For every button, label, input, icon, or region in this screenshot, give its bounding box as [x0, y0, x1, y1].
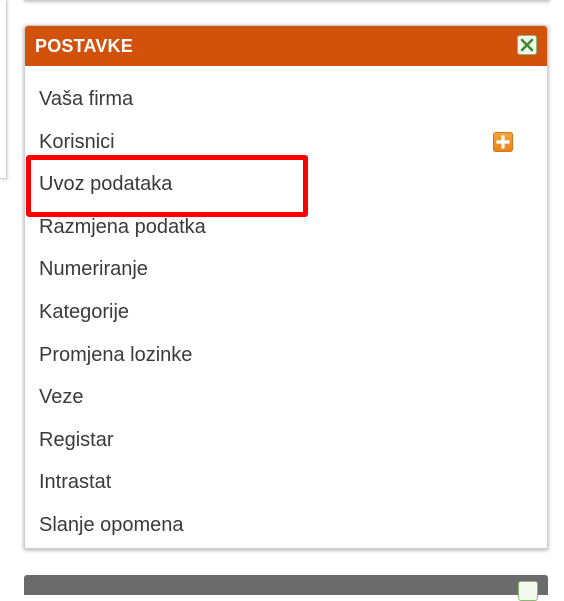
menu-item-korisnici[interactable]: Korisnici: [25, 121, 547, 164]
menu-item-vasa-firma[interactable]: Vaša firma: [25, 78, 547, 121]
previous-panel-edge: [24, 0, 550, 1]
menu-item-label: Slanje opomena: [39, 513, 184, 536]
close-panel-button[interactable]: [517, 35, 537, 55]
next-panel-close-button[interactable]: [518, 581, 538, 601]
panel-header: POSTAVKE: [25, 26, 547, 66]
menu-item-registar[interactable]: Registar: [25, 419, 547, 462]
menu-item-razmjena-podatka[interactable]: Razmjena podatka: [25, 206, 547, 249]
add-user-button[interactable]: [493, 131, 513, 152]
settings-panel: POSTAVKE Vaša firma Korisnici Uvoz podat…: [24, 25, 548, 549]
menu-item-kategorije[interactable]: Kategorije: [25, 291, 547, 334]
menu-item-numeriranje[interactable]: Numeriranje: [25, 248, 547, 291]
menu-item-label: Korisnici: [39, 130, 115, 153]
menu-item-label: Promjena lozinke: [39, 343, 193, 366]
menu-item-label: Uvoz podataka: [39, 173, 173, 196]
close-x-icon: [520, 38, 534, 52]
plus-icon: [496, 134, 510, 149]
menu-item-label: Kategorije: [39, 300, 130, 323]
menu-item-uvoz-podataka[interactable]: Uvoz podataka: [25, 163, 547, 206]
menu-item-label: Intrastat: [39, 471, 112, 494]
menu-item-veze[interactable]: Veze: [25, 376, 547, 419]
menu-item-label: Numeriranje: [39, 258, 148, 281]
panel-title: POSTAVKE: [35, 36, 133, 56]
menu-item-intrastat[interactable]: Intrastat: [25, 461, 547, 504]
next-panel-header: [24, 575, 548, 601]
menu-item-slanje-opomena[interactable]: Slanje opomena: [25, 504, 547, 547]
left-panel-edge: [0, 0, 7, 179]
settings-menu: Vaša firma Korisnici Uvoz podataka Razmj…: [25, 78, 547, 547]
menu-item-promjena-lozinke[interactable]: Promjena lozinke: [25, 334, 547, 377]
menu-item-label: Vaša firma: [39, 88, 134, 110]
menu-item-label: Veze: [39, 386, 84, 409]
menu-item-label: Registar: [39, 428, 114, 451]
menu-item-label: Razmjena podatka: [39, 215, 206, 238]
